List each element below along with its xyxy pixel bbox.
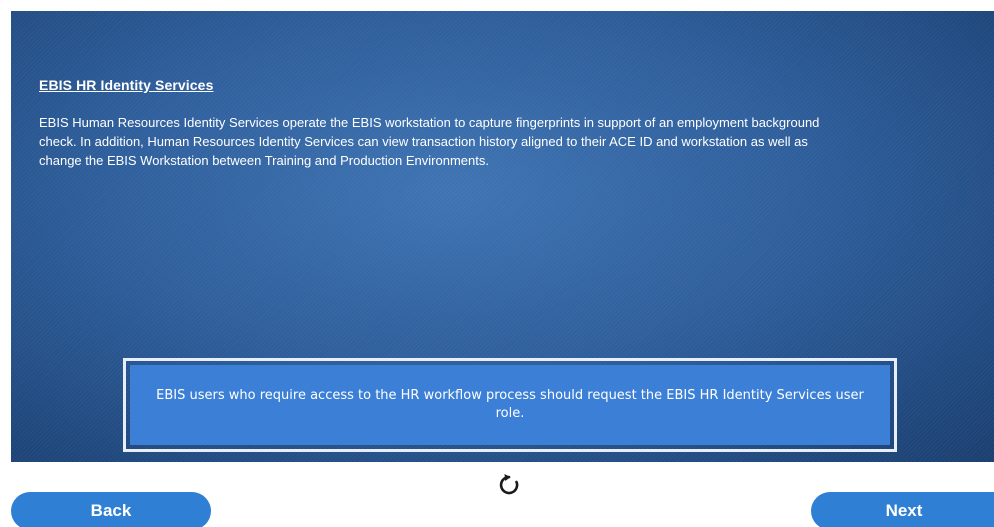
slide-heading: EBIS HR Identity Services	[39, 77, 214, 93]
slide-body-text: EBIS Human Resources Identity Services o…	[39, 115, 820, 168]
slide-stage: EBIS HR Identity Services EBIS Human Res…	[0, 0, 994, 527]
callout-text: EBIS users who require access to the HR …	[156, 388, 864, 421]
next-button[interactable]: Next	[811, 492, 994, 527]
slide-panel: EBIS HR Identity Services EBIS Human Res…	[11, 11, 994, 462]
callout-inner: EBIS users who require access to the HR …	[130, 365, 890, 445]
replay-button[interactable]	[495, 470, 523, 498]
callout-box: EBIS users who require access to the HR …	[123, 358, 897, 452]
back-button[interactable]: Back	[11, 492, 211, 527]
replay-icon	[499, 474, 519, 495]
